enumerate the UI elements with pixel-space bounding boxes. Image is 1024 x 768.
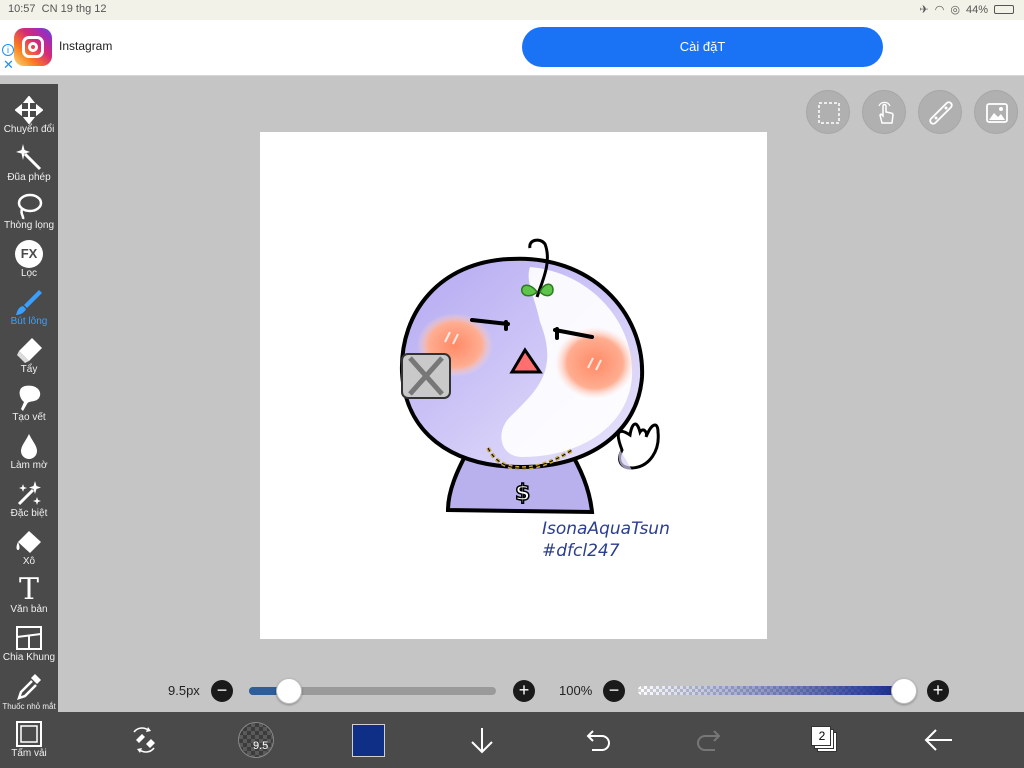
tool-canvas[interactable]: Tấm vải	[0, 714, 58, 762]
back-button[interactable]	[920, 722, 956, 758]
tool-eraser[interactable]: Tẩy	[0, 330, 58, 378]
tool-label: Tạo vết	[12, 412, 46, 423]
tool-lasso[interactable]: Thòng lọng	[0, 186, 58, 234]
undo-icon	[586, 730, 610, 751]
signature-line-2: #dfcl247	[542, 541, 620, 561]
touch-gesture-button[interactable]	[862, 90, 906, 134]
layer-count-value: 2	[818, 729, 826, 743]
canvas-workspace[interactable]: $ IsonaAquaTsun #dfcl247	[58, 84, 1024, 712]
status-icons: ✈ ◠ ◎ 44%	[920, 3, 1014, 16]
current-color-swatch[interactable]	[352, 724, 385, 757]
bucket-icon	[16, 531, 41, 553]
brush-size-label: 9.5px	[168, 683, 200, 698]
wifi-icon: ◠	[934, 4, 945, 16]
tool-label: Thuốc nhỏ mắt	[2, 702, 56, 711]
tool-brush[interactable]: Bút lông	[0, 282, 58, 330]
ruler-button[interactable]	[918, 90, 962, 134]
artwork-drawing: $ IsonaAquaTsun #dfcl247	[399, 238, 670, 561]
tool-fill[interactable]: Xô	[0, 522, 58, 570]
tool-label: Đũa phép	[7, 172, 51, 183]
brush-size-increase-button[interactable]: +	[513, 680, 535, 702]
status-bar: 10:57 CN 19 thg 12 ✈ ◠ ◎ 44%	[0, 0, 1024, 20]
download-button[interactable]	[464, 722, 500, 758]
instagram-logo-icon[interactable]	[14, 28, 52, 66]
airplane-icon: ✈	[919, 4, 929, 16]
arrow-down-icon	[471, 728, 493, 754]
lasso-icon	[17, 193, 43, 220]
ad-app-name: Instagram	[59, 39, 113, 53]
selection-button[interactable]	[806, 90, 850, 134]
ad-info-icon[interactable]: i	[2, 44, 14, 56]
selection-rect-icon	[818, 102, 840, 124]
fx-icon: FX	[15, 240, 43, 268]
status-date: CN 19 thg 12	[41, 3, 107, 15]
tool-eyedropper[interactable]: Thuốc nhỏ mắt	[0, 666, 58, 714]
bottom-toolbar: 9.5 2	[58, 712, 1024, 768]
tool-label: Chuyển đổi	[3, 124, 55, 135]
opacity-slider[interactable]	[638, 686, 904, 695]
tool-label: Lọc	[20, 268, 38, 279]
dollar-pendant-icon: $	[515, 481, 530, 506]
tool-smudge[interactable]: Tạo vết	[0, 378, 58, 426]
signature-line-1: IsonaAquaTsun	[542, 519, 670, 539]
hand-touch-icon	[878, 101, 894, 124]
tool-label: Thòng lọng	[3, 220, 55, 231]
tool-label: Xô	[22, 556, 36, 567]
undo-button[interactable]	[578, 722, 614, 758]
eyedropper-icon	[17, 674, 41, 700]
status-time-date: 10:57 CN 19 thg 12	[8, 3, 106, 15]
brush-size-decrease-button[interactable]: −	[211, 680, 233, 702]
brush-size-slider-thumb[interactable]	[275, 678, 302, 704]
ad-close-icon[interactable]: ✕	[3, 58, 14, 71]
tool-frame-divider[interactable]: Chia Khung	[0, 618, 58, 666]
redo-icon	[697, 730, 721, 751]
brush-size-preview-button[interactable]: 9.5	[238, 722, 274, 758]
image-icon	[986, 103, 1008, 123]
tool-label: Chia Khung	[2, 652, 56, 663]
tool-label: Tẩy	[20, 364, 38, 375]
tool-filter[interactable]: FX Lọc	[0, 234, 58, 282]
smudge-icon	[19, 385, 41, 411]
tool-label: Làm mờ	[10, 460, 48, 471]
opacity-label: 100%	[559, 683, 593, 698]
brush-preview-value: 9.5	[253, 740, 269, 752]
layers-button[interactable]: 2	[811, 726, 837, 752]
sparkle-icon	[17, 481, 41, 506]
tool-special[interactable]: Đặc biệt	[0, 474, 58, 522]
status-time: 10:57	[8, 3, 36, 15]
tool-label: Văn bản	[10, 604, 48, 615]
drawing-canvas[interactable]: $ IsonaAquaTsun #dfcl247	[260, 132, 767, 639]
battery-percent: 44%	[965, 3, 988, 16]
eraser-icon	[17, 338, 42, 363]
location-icon: ◎	[950, 4, 960, 16]
image-gallery-button[interactable]	[974, 90, 1018, 134]
text-icon: T	[18, 572, 39, 607]
tool-transform[interactable]: Chuyển đổi	[0, 90, 58, 138]
magic-wand-icon	[16, 144, 42, 171]
brush-icon	[16, 290, 42, 315]
move-icon	[15, 96, 43, 124]
ruler-icon	[929, 101, 953, 125]
tool-blur[interactable]: Làm mờ	[0, 426, 58, 474]
redo-button[interactable]	[693, 722, 729, 758]
tool-label: Tấm vải	[11, 748, 47, 759]
ad-banner: i ✕ Instagram Cài đặT	[0, 20, 1024, 76]
tool-magic-wand[interactable]: Đũa phép	[0, 138, 58, 186]
arrow-left-icon	[924, 729, 952, 751]
swap-brush-eraser-button[interactable]	[126, 722, 162, 758]
battery-icon	[994, 5, 1014, 14]
canvas-icon	[16, 721, 42, 747]
tool-sidebar: Chuyển đổi Đũa phép Thòng lọng FX Lọc Bú…	[0, 84, 58, 768]
opacity-decrease-button[interactable]: −	[603, 680, 625, 702]
tool-label: Bút lông	[10, 316, 48, 327]
brush-eraser-swap-icon	[133, 727, 155, 753]
tool-text[interactable]: T Văn bản	[0, 570, 58, 618]
tool-label: Đặc biệt	[10, 508, 48, 519]
opacity-increase-button[interactable]: +	[927, 680, 949, 702]
blur-drop-icon	[21, 434, 37, 459]
ad-install-button[interactable]: Cài đặT	[522, 27, 883, 67]
frame-divider-icon	[16, 626, 42, 650]
opacity-slider-thumb[interactable]	[891, 678, 917, 704]
